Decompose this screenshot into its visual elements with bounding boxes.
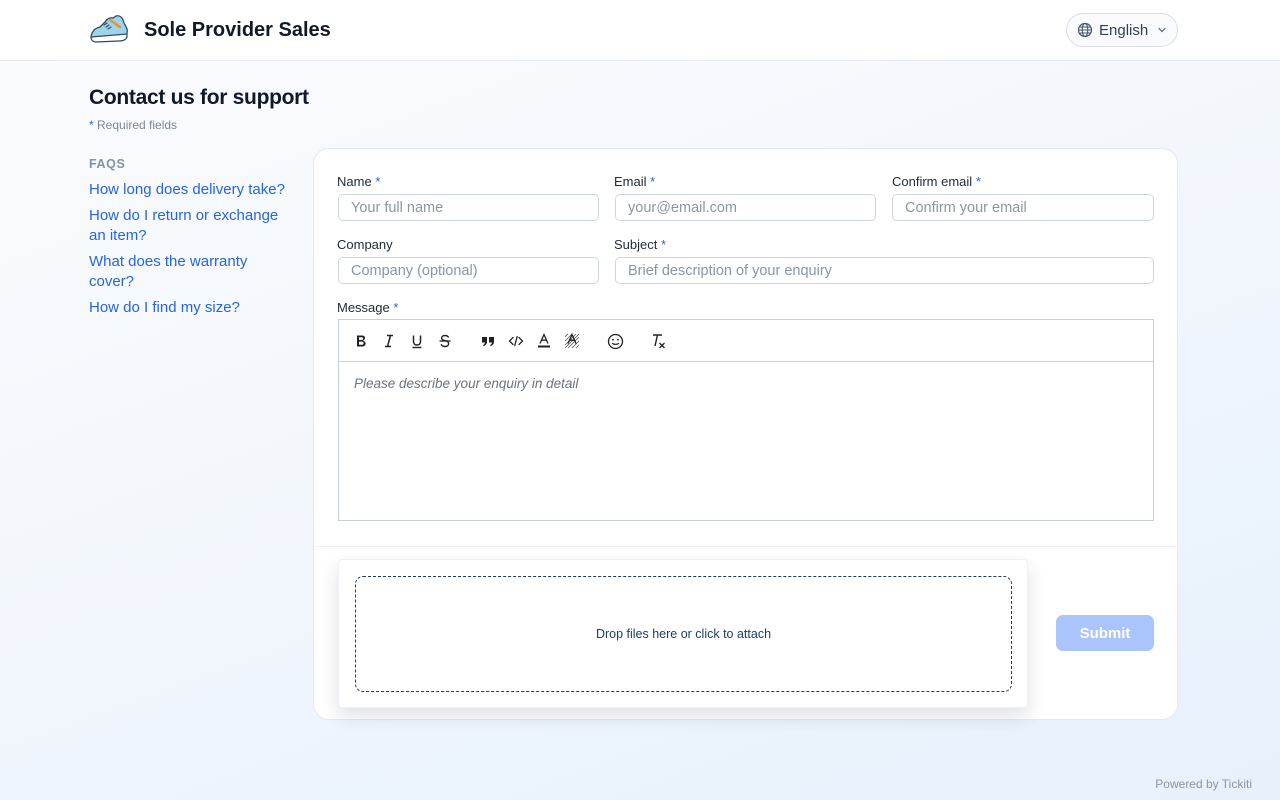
highlight-icon[interactable] (561, 330, 583, 352)
language-selector[interactable]: English (1066, 13, 1178, 47)
name-label: Name * (337, 174, 380, 189)
company-input[interactable] (338, 257, 599, 284)
confirm-email-label-text: Confirm email (892, 174, 973, 189)
language-label: English (1099, 21, 1149, 39)
blockquote-icon[interactable] (477, 330, 499, 352)
sneaker-icon[interactable] (88, 13, 130, 47)
dropzone-label: Drop files here or click to attach (595, 627, 772, 641)
clear-format-icon[interactable] (647, 330, 669, 352)
subject-input[interactable] (615, 257, 1154, 284)
email-input[interactable] (615, 194, 876, 221)
italic-icon[interactable] (378, 330, 400, 352)
name-label-text: Name (337, 174, 372, 189)
required-marker: * (661, 237, 667, 252)
emoji-icon[interactable] (604, 330, 626, 352)
faq-link-returns[interactable]: How do I return or exchange an item? (89, 206, 289, 246)
required-marker: * (650, 174, 656, 189)
message-editor[interactable]: Please describe your enquiry in detail (338, 361, 1154, 521)
required-marker: * (975, 174, 981, 189)
subject-label: Subject * (614, 237, 666, 252)
faq-link-size[interactable]: How do I find my size? (89, 298, 289, 318)
section-divider (314, 546, 1177, 547)
page-title: Contact us for support (89, 86, 309, 109)
strikethrough-icon[interactable] (434, 330, 456, 352)
text-color-icon[interactable] (533, 330, 555, 352)
company-label: Company (337, 237, 393, 252)
required-marker: * (89, 118, 94, 132)
confirm-email-label: Confirm email * (892, 174, 981, 189)
contact-form-card: Name * Email * Confirm email * Company S… (313, 148, 1178, 720)
attachment-panel: Drop files here or click to attach (338, 559, 1028, 708)
powered-by[interactable]: Powered by Tickiti (1155, 777, 1252, 791)
faq-link-warranty[interactable]: What does the warranty cover? (89, 252, 289, 292)
faq-link-delivery[interactable]: How long does delivery take? (89, 180, 289, 200)
underline-icon[interactable] (406, 330, 428, 352)
required-marker: * (375, 174, 381, 189)
message-label: Message * (337, 300, 398, 315)
subject-label-text: Subject (614, 237, 658, 252)
company-label-text: Company (337, 237, 393, 252)
chevron-down-icon (1158, 27, 1166, 33)
brand-name: Sole Provider Sales (144, 19, 331, 41)
required-marker: * (393, 300, 399, 315)
submit-button[interactable]: Submit (1056, 615, 1154, 651)
required-fields-note: * Required fields (89, 118, 177, 132)
editor-toolbar (338, 319, 1154, 361)
email-label: Email * (614, 174, 655, 189)
faq-heading: FAQS (89, 157, 126, 171)
globe-icon (1077, 22, 1093, 38)
file-dropzone[interactable]: Drop files here or click to attach (355, 576, 1012, 692)
top-header: Sole Provider Sales English (0, 0, 1280, 61)
message-label-text: Message (337, 300, 390, 315)
code-icon[interactable] (505, 330, 527, 352)
email-label-text: Email (614, 174, 647, 189)
bold-icon[interactable] (350, 330, 372, 352)
faq-sidebar: FAQS How long does delivery take? How do… (89, 157, 289, 324)
name-input[interactable] (338, 194, 599, 221)
message-placeholder: Please describe your enquiry in detail (354, 376, 579, 391)
confirm-email-input[interactable] (892, 194, 1154, 221)
required-note-text: Required fields (97, 118, 178, 132)
